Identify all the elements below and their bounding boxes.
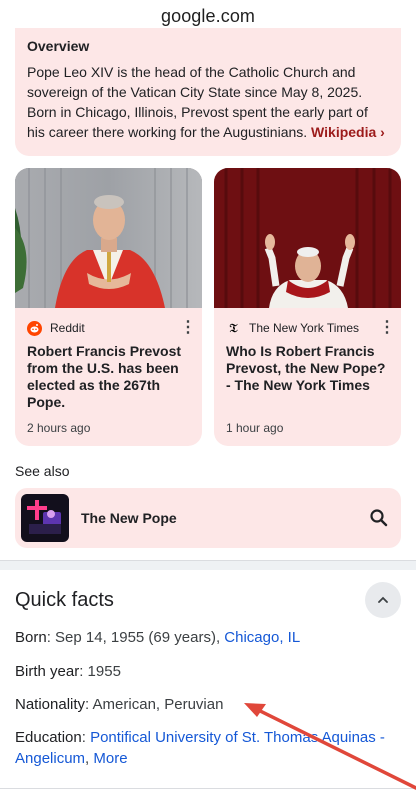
fact-label-nationality[interactable]: Nationality	[15, 696, 85, 713]
see-also-item-label: The New Pope	[81, 510, 177, 526]
news-card-reddit[interactable]: Reddit ⋮ Robert Francis Prevost from the…	[15, 168, 202, 446]
overview-text: Pope Leo XIV is the head of the Catholic…	[27, 62, 389, 142]
the-new-pope-thumbnail	[21, 494, 69, 542]
url-text: google.com	[160, 6, 256, 26]
see-also-item-the-new-pope[interactable]: The New Pope	[15, 488, 401, 548]
see-also-heading: See also	[15, 463, 70, 479]
section-divider	[0, 560, 416, 570]
wikipedia-link[interactable]: Wikipedia ›	[311, 124, 385, 140]
cardinal-photo	[15, 168, 202, 308]
card-headline[interactable]: Robert Francis Prevost from the U.S. has…	[27, 343, 190, 411]
card-source-row: 𝔗 The New York Times ⋮	[226, 319, 395, 337]
reddit-icon	[27, 320, 42, 336]
nyt-icon: 𝔗	[229, 320, 238, 335]
more-options-icon[interactable]: ⋮	[379, 320, 395, 336]
chevron-up-icon	[378, 596, 388, 603]
card-headline[interactable]: Who Is Robert Francis Prevost, the New P…	[226, 343, 389, 394]
overview-panel: Overview Pope Leo XIV is the head of the…	[15, 28, 401, 156]
pope-balcony-photo	[214, 168, 401, 308]
collapse-button[interactable]	[365, 582, 401, 618]
fact-label-birth-year[interactable]: Birth year	[15, 663, 79, 680]
fact-value-birth-year: : 1955	[79, 663, 121, 680]
card-source-name: The New York Times	[249, 321, 360, 335]
fact-education: Education: Pontifical University of St. …	[15, 727, 405, 769]
card-timestamp: 2 hours ago	[27, 421, 91, 435]
card-timestamp: 1 hour ago	[226, 421, 284, 435]
chicago-link[interactable]: Chicago, IL	[224, 629, 300, 646]
fact-nationality: Nationality: American, Peruvian	[15, 694, 405, 715]
more-options-icon[interactable]: ⋮	[180, 320, 196, 336]
fact-born: Born: Sep 14, 1955 (69 years), Chicago, …	[15, 627, 405, 648]
fact-sep-education: :	[81, 729, 91, 746]
fact-birth-year: Birth year: 1955	[15, 661, 405, 682]
more-link[interactable]: More	[93, 750, 127, 767]
news-card-nyt[interactable]: 𝔗 The New York Times ⋮ Who Is Robert Fra…	[214, 168, 401, 446]
card-source-name: Reddit	[50, 321, 85, 335]
fact-label-education[interactable]: Education	[15, 729, 82, 746]
card-source-row: Reddit ⋮	[27, 319, 196, 337]
search-icon[interactable]	[367, 506, 391, 530]
footer-strip	[0, 788, 416, 800]
overview-title: Overview	[27, 38, 90, 54]
quick-facts-title: Quick facts	[15, 589, 114, 611]
address-bar[interactable]: google.com	[0, 0, 416, 30]
fact-label-born[interactable]: Born	[15, 629, 47, 646]
fact-value-born: : Sep 14, 1955 (69 years),	[46, 629, 225, 646]
fact-value-nationality: : American, Peruvian	[85, 696, 224, 713]
